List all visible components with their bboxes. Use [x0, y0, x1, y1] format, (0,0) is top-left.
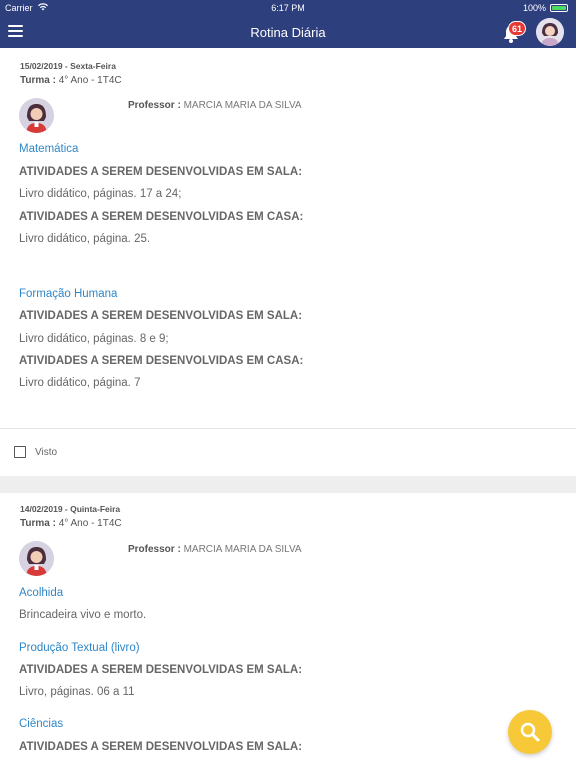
class-label: Turma : [20, 518, 56, 529]
teacher-label: Professor : [128, 100, 181, 111]
activity-text: Livro, páginas. 06 a 11 [19, 686, 135, 698]
clock: 6:17 PM [271, 3, 305, 13]
class-label: Turma : [20, 75, 56, 86]
teacher-info: Professor : MARCIA MARIA DA SILVA [128, 544, 302, 555]
class-value: 4° Ano - 1T4C [58, 518, 122, 529]
page-title: Rotina Diária [250, 25, 326, 40]
activity-text: Livro didático, página. 25. [19, 233, 151, 245]
visto-label[interactable]: Visto [35, 447, 57, 458]
class-info: Turma : 4° Ano - 1T4C [20, 518, 122, 529]
subject-title: Matemática [19, 143, 79, 155]
activity-heading-classroom: ATIVIDADES A SEREM DESENVOLVIDAS EM SALA… [19, 310, 303, 322]
activity-heading-classroom: ATIVIDADES A SEREM DESENVOLVIDAS EM SALA… [19, 664, 303, 676]
activity-text: Brincadeira vivo e morto. [19, 609, 147, 621]
status-bar: Carrier 6:17 PM 100% [0, 0, 576, 16]
subject-title: Acolhida [19, 587, 64, 599]
battery-icon [550, 4, 568, 12]
class-value: 4° Ano - 1T4C [58, 75, 122, 86]
activity-text: Livro didático, páginas. 8 e 9; [19, 333, 169, 345]
activity-text: Livro didático, página. 7 [19, 377, 141, 389]
activity-heading-home: ATIVIDADES A SEREM DESENVOLVIDAS EM CASA… [19, 211, 304, 223]
activity-text: Livro didático, páginas. 17 a 24; [19, 188, 182, 200]
teacher-avatar [19, 541, 54, 576]
search-button[interactable] [508, 710, 552, 754]
entry-date: 15/02/2019 - Sexta-Feira [20, 61, 116, 71]
divider [0, 428, 576, 429]
teacher-info: Professor : MARCIA MARIA DA SILVA [128, 100, 302, 111]
visto-checkbox[interactable] [14, 446, 26, 458]
subject-title: Ciências [19, 718, 64, 730]
class-info: Turma : 4° Ano - 1T4C [20, 75, 122, 86]
teacher-label: Professor : [128, 544, 181, 555]
app-header: Rotina Diária 61 [0, 16, 576, 48]
subject-title: Formação Humana [19, 288, 118, 300]
routine-card: 14/02/2019 - Quinta-Feira Turma : 4° Ano… [0, 493, 576, 768]
entry-date: 14/02/2019 - Quinta-Feira [20, 504, 121, 514]
activity-heading-classroom: ATIVIDADES A SEREM DESENVOLVIDAS EM SALA… [19, 166, 303, 178]
routine-card: 15/02/2019 - Sexta-Feira Turma : 4° Ano … [0, 48, 576, 476]
notification-badge[interactable]: 61 [508, 21, 526, 36]
search-icon [520, 722, 540, 742]
teacher-name: MARCIA MARIA DA SILVA [183, 544, 302, 555]
battery-percent: 100% [522, 3, 546, 13]
activity-heading-classroom: ATIVIDADES A SEREM DESENVOLVIDAS EM SALA… [19, 741, 303, 753]
subject-title: Produção Textual (livro) [19, 642, 140, 654]
teacher-avatar [19, 98, 54, 133]
activity-heading-home: ATIVIDADES A SEREM DESENVOLVIDAS EM CASA… [19, 355, 304, 367]
user-avatar[interactable] [536, 18, 564, 46]
teacher-name: MARCIA MARIA DA SILVA [183, 100, 302, 111]
